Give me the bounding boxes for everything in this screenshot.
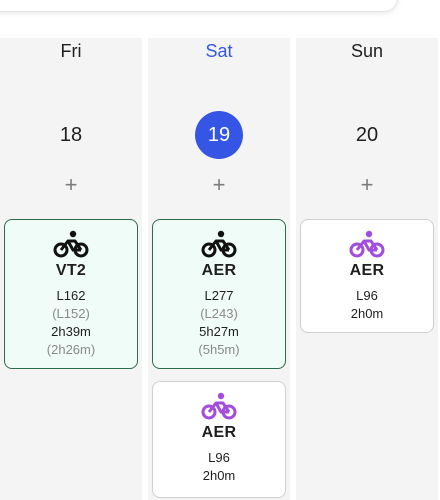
day-date[interactable]: 18 <box>47 111 95 159</box>
workout-duration: 2h39m <box>51 324 91 339</box>
bike-icon <box>53 230 89 258</box>
workout-duration: 5h27m <box>199 324 239 339</box>
workout-type: AER <box>349 262 385 279</box>
workout-type: AER <box>201 424 237 441</box>
workout-load: L96 <box>208 450 230 465</box>
workout-card[interactable]: AER L96 2h0m <box>300 219 434 333</box>
workout-card[interactable]: VT2 L162 (L152) 2h39m (2h26m) <box>4 219 138 369</box>
day-name: Sat <box>205 41 233 61</box>
bike-icon <box>201 230 237 258</box>
day-column-sun: Sun 20 + AER L96 2h0m <box>296 38 438 500</box>
workout-planned-load: (L243) <box>200 306 238 321</box>
workout-type: VT2 <box>55 262 87 279</box>
day-column-sat: Sat 19 + AER L277 (L243) 5h27m (5h5m) AE… <box>148 38 290 500</box>
workout-load: L162 <box>56 288 86 303</box>
day-date[interactable]: 20 <box>343 111 391 159</box>
top-panel <box>0 0 398 12</box>
bike-icon <box>201 392 237 420</box>
workout-load: L96 <box>356 288 378 303</box>
workout-planned-duration: (5h5m) <box>198 342 240 357</box>
add-workout-button[interactable]: + <box>148 174 290 196</box>
add-workout-button[interactable]: + <box>0 174 142 196</box>
workout-planned-load: (L152) <box>52 306 90 321</box>
workout-load: L277 <box>204 288 234 303</box>
bike-icon <box>349 230 385 258</box>
workout-card[interactable]: AER L277 (L243) 5h27m (5h5m) <box>152 219 286 369</box>
day-name: Fri <box>60 41 82 61</box>
workout-type: AER <box>201 262 237 279</box>
workout-card[interactable]: AER L96 2h0m <box>152 381 286 498</box>
add-workout-button[interactable]: + <box>296 174 438 196</box>
workout-planned-duration: (2h26m) <box>46 342 96 357</box>
workout-duration: 2h0m <box>202 468 236 483</box>
day-name: Sun <box>350 41 384 61</box>
workout-duration: 2h0m <box>350 306 384 321</box>
day-date-today[interactable]: 19 <box>195 111 243 159</box>
day-column-fri: Fri 18 + VT2 L162 (L152) 2h39m (2h26m) <box>0 38 142 500</box>
